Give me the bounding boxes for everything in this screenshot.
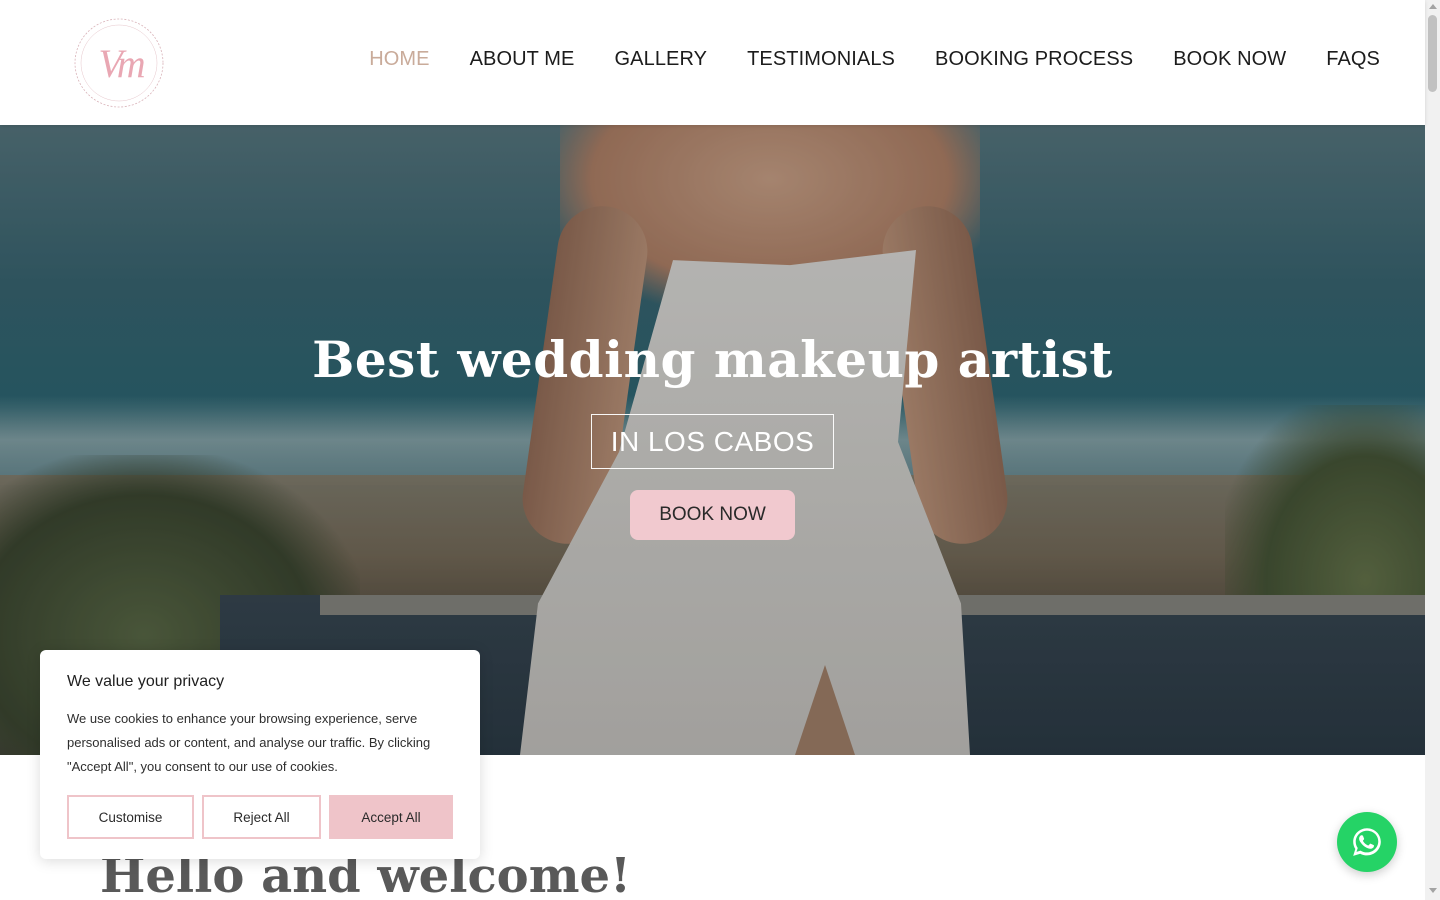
cookie-description: We use cookies to enhance your browsing … (67, 711, 431, 774)
nav-item-about-me[interactable]: ABOUT ME (470, 48, 575, 71)
accept-all-button[interactable]: Accept All (329, 795, 453, 839)
page-scrollbar[interactable] (1425, 0, 1440, 900)
hero-title: Best wedding makeup artist (312, 330, 1113, 389)
scroll-down-arrow-icon[interactable] (1429, 888, 1437, 893)
nav-item-gallery[interactable]: GALLERY (615, 48, 708, 71)
nav-item-faqs[interactable]: FAQS (1326, 48, 1380, 71)
whatsapp-button[interactable] (1337, 812, 1397, 872)
logo-initials: Vm (98, 40, 145, 86)
customise-button[interactable]: Customise (67, 795, 194, 839)
cookie-consent-banner: We value your privacy We use cookies to … (40, 650, 480, 859)
nav-item-home[interactable]: HOME (369, 48, 429, 71)
reject-all-button[interactable]: Reject All (202, 795, 321, 839)
nav-item-book-now[interactable]: BOOK NOW (1173, 48, 1286, 71)
main-nav: HOME ABOUT ME GALLERY TESTIMONIALS BOOKI… (329, 48, 1380, 71)
scrollbar-thumb[interactable] (1428, 15, 1437, 92)
scroll-up-arrow-icon[interactable] (1429, 4, 1437, 9)
site-header: Vm HOME ABOUT ME GALLERY TESTIMONIALS BO… (0, 0, 1425, 125)
nav-item-booking-process[interactable]: BOOKING PROCESS (935, 48, 1133, 71)
cookie-title: We value your privacy (67, 673, 225, 690)
hero-subtitle: IN LOS CABOS (591, 414, 834, 469)
brand-logo[interactable]: Vm (72, 16, 166, 110)
whatsapp-icon (1353, 828, 1381, 856)
hero-book-now-button[interactable]: BOOK NOW (630, 490, 795, 540)
nav-item-testimonials[interactable]: TESTIMONIALS (747, 48, 895, 71)
